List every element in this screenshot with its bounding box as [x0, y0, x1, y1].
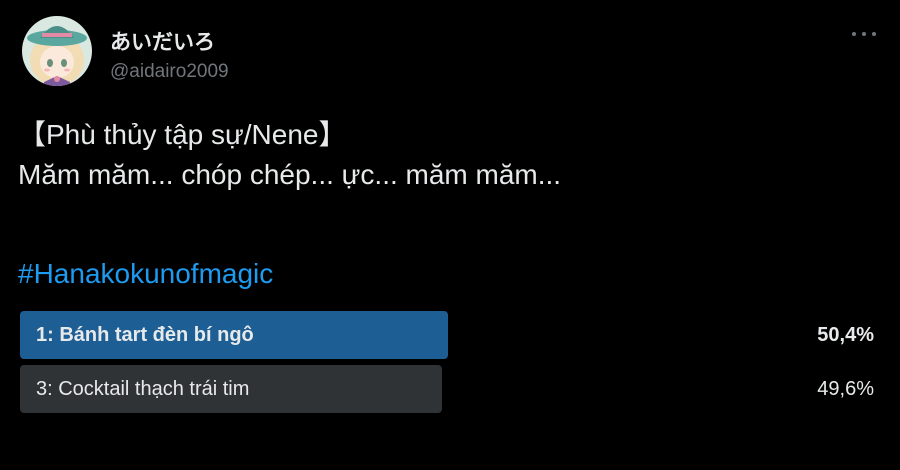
poll-option[interactable]: 3: Cocktail thạch trái tim 49,6% — [20, 365, 878, 413]
avatar[interactable] — [22, 16, 92, 86]
tweet-header: あいだいろ @aidairo2009 — [22, 16, 882, 88]
avatar-illustration-icon — [22, 16, 92, 86]
poll: 1: Bánh tart đèn bí ngô 50,4% 3: Cocktai… — [20, 311, 878, 419]
poll-option-label: 1: Bánh tart đèn bí ngô — [36, 324, 254, 346]
hashtag-link[interactable]: #Hanakokunofmagic — [18, 254, 273, 294]
poll-option-percent: 49,6% — [817, 378, 874, 400]
more-horizontal-icon[interactable] — [850, 24, 878, 44]
display-name[interactable]: あいだいろ — [110, 26, 215, 56]
tweet-text: 【Phù thủy tập sự/Nene】 Măm măm... chóp c… — [18, 115, 878, 195]
poll-option[interactable]: 1: Bánh tart đèn bí ngô 50,4% — [20, 311, 878, 359]
tweet-line: 【Phù thủy tập sự/Nene】 — [18, 119, 347, 150]
poll-option-label: 3: Cocktail thạch trái tim — [36, 378, 250, 400]
poll-option-percent: 50,4% — [817, 324, 874, 346]
tweet-line: Măm măm... chóp chép... ực... măm măm... — [18, 159, 562, 190]
user-handle[interactable]: @aidairo2009 — [110, 61, 229, 83]
